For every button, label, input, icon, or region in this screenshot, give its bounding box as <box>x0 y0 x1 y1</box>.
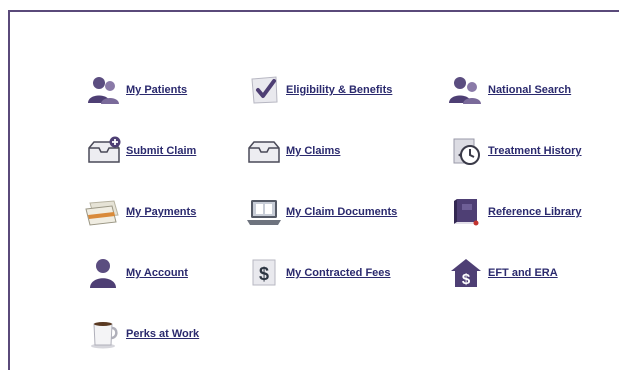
my-claim-documents-link[interactable]: My Claim Documents <box>244 195 397 229</box>
my-account-link[interactable]: My Account <box>84 256 188 290</box>
perks-at-work-link[interactable]: Perks at Work <box>84 317 199 351</box>
my-contracted-fees-label: My Contracted Fees <box>286 267 391 279</box>
reference-library-link[interactable]: Reference Library <box>446 195 582 229</box>
inbox-icon <box>244 135 284 167</box>
national-search-label: National Search <box>488 84 572 96</box>
my-claims-link[interactable]: My Claims <box>244 134 340 168</box>
panel-left-border <box>8 10 10 370</box>
eft-and-era-link[interactable]: $ EFT and ERA <box>446 256 558 290</box>
svg-text:$: $ <box>259 264 269 284</box>
people-search-icon <box>446 74 486 106</box>
treatment-history-label: Treatment History <box>488 145 582 157</box>
my-claims-label: My Claims <box>286 145 341 157</box>
user-icon <box>84 257 124 289</box>
coffee-mug-icon <box>84 318 124 350</box>
my-payments-link[interactable]: My Payments <box>84 195 196 229</box>
perks-at-work-label: Perks at Work <box>126 328 200 340</box>
svg-text:$: $ <box>462 271 471 288</box>
book-icon <box>446 196 486 228</box>
my-claim-documents-label: My Claim Documents <box>286 206 398 218</box>
national-search-link[interactable]: National Search <box>446 73 571 107</box>
checkmark-icon <box>244 74 284 106</box>
my-patients-label: My Patients <box>126 84 188 96</box>
patients-icon <box>84 74 124 106</box>
main-panel <box>0 0 619 370</box>
my-account-label: My Account <box>126 267 188 279</box>
submit-claim-label: Submit Claim <box>126 145 197 157</box>
dollar-icon: $ <box>244 257 284 289</box>
history-icon <box>446 135 486 167</box>
money-envelope-icon <box>84 196 124 228</box>
panel-top-border <box>8 10 619 12</box>
eft-and-era-label: EFT and ERA <box>488 267 558 279</box>
laptop-icon <box>244 196 284 228</box>
reference-library-label: Reference Library <box>488 206 582 218</box>
inbox-plus-icon <box>84 135 124 167</box>
eligibility-benefits-link[interactable]: Eligibility & Benefits <box>244 73 392 107</box>
my-payments-label: My Payments <box>126 206 197 218</box>
submit-claim-link[interactable]: Submit Claim <box>84 134 196 168</box>
my-contracted-fees-link[interactable]: $ My Contracted Fees <box>244 256 391 290</box>
eligibility-benefits-label: Eligibility & Benefits <box>286 84 393 96</box>
treatment-history-link[interactable]: Treatment History <box>446 134 582 168</box>
house-dollar-icon: $ <box>446 257 486 289</box>
my-patients-link[interactable]: My Patients <box>84 73 187 107</box>
